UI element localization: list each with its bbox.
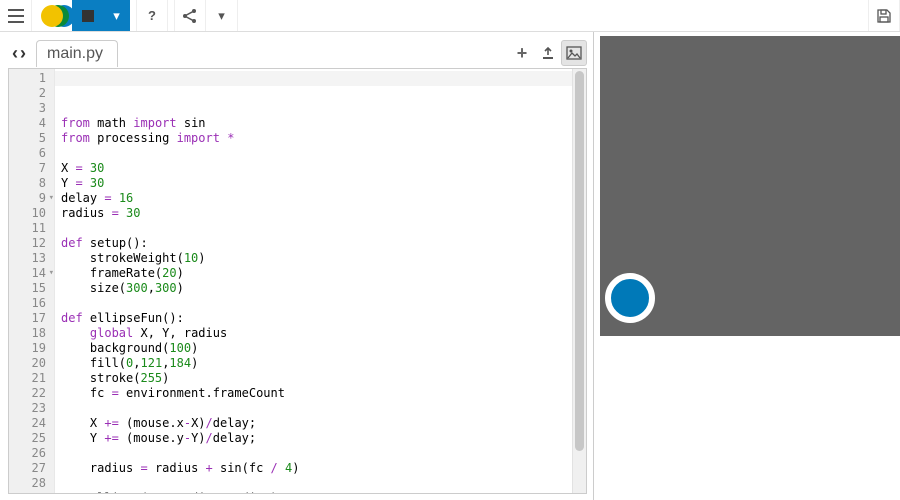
logo[interactable]: [32, 0, 72, 31]
code-line[interactable]: stroke(255): [61, 371, 586, 386]
line-number: 24: [13, 416, 46, 431]
line-number: 19: [13, 341, 46, 356]
upload-icon: [540, 45, 556, 61]
canvas-ball: [605, 273, 655, 323]
chevron-down-icon: ▾: [218, 8, 225, 24]
code-line[interactable]: size(300,300): [61, 281, 586, 296]
line-number: 21: [13, 371, 46, 386]
line-number: 16: [13, 296, 46, 311]
code-line[interactable]: radius = 30: [61, 206, 586, 221]
code-line[interactable]: Y += (mouse.y-Y)/delay;: [61, 431, 586, 446]
line-number: 25: [13, 431, 46, 446]
code-content[interactable]: from math import sinfrom processing impo…: [55, 69, 586, 493]
code-line[interactable]: from processing import *: [61, 131, 586, 146]
code-line[interactable]: [61, 476, 586, 491]
line-number: 27: [13, 461, 46, 476]
code-line[interactable]: fc = environment.frameCount: [61, 386, 586, 401]
run-dropdown-button[interactable]: ▾: [104, 0, 130, 31]
line-number: 15: [13, 281, 46, 296]
line-number: 2: [13, 86, 46, 101]
line-number: 14: [13, 266, 46, 281]
code-line[interactable]: X += (mouse.x-X)/delay;: [61, 416, 586, 431]
upload-button[interactable]: [535, 40, 561, 66]
code-line[interactable]: background(100): [61, 341, 586, 356]
chevron-down-icon: ▾: [113, 8, 120, 24]
save-button[interactable]: [868, 0, 900, 31]
code-line[interactable]: delay = 16: [61, 191, 586, 206]
code-line[interactable]: strokeWeight(10): [61, 251, 586, 266]
line-number: 6: [13, 146, 46, 161]
line-number: 22: [13, 386, 46, 401]
output-pane: [594, 32, 900, 500]
editor-pane: ‹ › main.py +: [0, 32, 594, 500]
add-file-button[interactable]: +: [509, 40, 535, 66]
menu-button[interactable]: [0, 0, 32, 31]
code-line[interactable]: [61, 296, 586, 311]
prev-tab-button[interactable]: ‹: [12, 44, 18, 62]
next-tab-button[interactable]: ›: [20, 44, 26, 62]
logo-icon: [41, 5, 63, 27]
code-line[interactable]: from math import sin: [61, 116, 586, 131]
line-number: 1: [13, 71, 46, 86]
main-area: ‹ › main.py +: [0, 32, 900, 500]
line-number: 7: [13, 161, 46, 176]
line-number: 13: [13, 251, 46, 266]
code-line[interactable]: radius = radius + sin(fc / 4): [61, 461, 586, 476]
save-icon: [876, 8, 892, 24]
code-line[interactable]: def setup():: [61, 236, 586, 251]
stop-button[interactable]: [72, 0, 104, 31]
code-line[interactable]: [61, 446, 586, 461]
code-line[interactable]: frameRate(20): [61, 266, 586, 281]
help-button[interactable]: ?: [136, 0, 168, 31]
line-number: 17: [13, 311, 46, 326]
image-mode-button[interactable]: [561, 40, 587, 66]
line-number: 26: [13, 446, 46, 461]
line-number: 18: [13, 326, 46, 341]
current-line-highlight: [55, 71, 586, 86]
editor-tab-row: ‹ › main.py +: [8, 38, 593, 68]
code-line[interactable]: X = 30: [61, 161, 586, 176]
code-line[interactable]: def ellipseFun():: [61, 311, 586, 326]
hamburger-icon: [8, 9, 24, 23]
share-button[interactable]: [174, 0, 206, 31]
code-line[interactable]: fill(0,121,184): [61, 356, 586, 371]
output-canvas[interactable]: [600, 36, 900, 336]
code-line[interactable]: ellipse(X,Y,radius,radius): [61, 491, 586, 493]
code-line[interactable]: Y = 30: [61, 176, 586, 191]
share-icon: [182, 8, 198, 24]
code-line[interactable]: [61, 401, 586, 416]
help-icon: ?: [148, 8, 156, 23]
line-number: 12: [13, 236, 46, 251]
plus-icon: +: [517, 43, 528, 64]
image-icon: [566, 45, 582, 61]
code-line[interactable]: [61, 221, 586, 236]
line-number: 10: [13, 206, 46, 221]
line-number: 8: [13, 176, 46, 191]
top-toolbar: ▾ ? ▾: [0, 0, 900, 32]
line-number: 5: [13, 131, 46, 146]
more-dropdown-button[interactable]: ▾: [206, 0, 238, 31]
line-number: 9: [13, 191, 46, 206]
line-number: 28: [13, 476, 46, 491]
code-line[interactable]: global X, Y, radius: [61, 326, 586, 341]
line-number: 3: [13, 101, 46, 116]
line-number: 20: [13, 356, 46, 371]
line-number: 23: [13, 401, 46, 416]
code-editor[interactable]: 1234567891011121314151617181920212223242…: [8, 68, 587, 494]
line-number: 11: [13, 221, 46, 236]
line-gutter: 1234567891011121314151617181920212223242…: [9, 69, 55, 493]
file-tab[interactable]: main.py: [36, 40, 118, 67]
line-number: 4: [13, 116, 46, 131]
code-line[interactable]: [61, 146, 586, 161]
line-number: 29: [13, 491, 46, 494]
stop-icon: [82, 10, 94, 22]
